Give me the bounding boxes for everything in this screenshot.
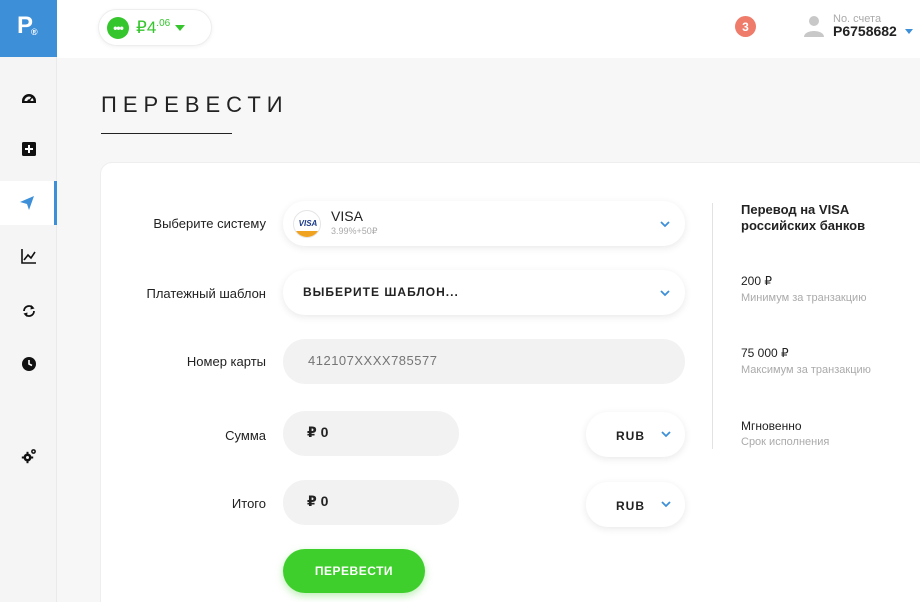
chevron-down-icon [661, 431, 671, 438]
chevron-down-icon [660, 290, 670, 297]
balance-dropdown[interactable]: ••• ₽4.06 [98, 9, 212, 46]
dashboard-icon [21, 94, 36, 103]
chart-icon [20, 249, 36, 264]
balance-amount: ₽4.06 [136, 18, 170, 38]
send-icon [20, 196, 34, 210]
chevron-down-icon [660, 221, 670, 228]
visa-logo-icon: VISA [293, 210, 321, 238]
amount-label: Сумма [225, 428, 266, 443]
wallet-icon: ••• [107, 16, 129, 39]
card-number-field[interactable] [283, 339, 685, 384]
card-number-label: Номер карты [186, 354, 266, 369]
info-title: Перевод на VISA российских банков [741, 202, 866, 233]
system-label: Выберите систему [153, 216, 266, 231]
card-number-input[interactable] [308, 353, 608, 368]
info-divider [712, 203, 713, 449]
processing-time-value: Мгновенно [741, 419, 802, 433]
total-label: Итого [231, 496, 266, 511]
template-value: ВЫБЕРИТЕ ШАБЛОН... [303, 285, 459, 299]
total-field: ₽ 0 [283, 480, 459, 525]
amount-currency-select[interactable]: RUB [586, 412, 685, 457]
system-name: VISA [331, 208, 363, 224]
sidebar-item-deposit[interactable] [0, 127, 57, 171]
visa-logo-text: VISA [298, 219, 318, 228]
exchange-icon [22, 305, 35, 317]
submit-transfer-button[interactable]: ПЕРЕВЕСТИ [283, 549, 425, 593]
logo[interactable]: P ® [0, 0, 57, 57]
caret-down-icon [175, 24, 186, 31]
template-label: Платежный шаблон [146, 286, 266, 301]
amount-field[interactable]: ₽ 0 [283, 411, 459, 456]
add-icon [21, 142, 36, 156]
account-number[interactable]: P6758682 [833, 23, 897, 39]
user-avatar-icon[interactable] [804, 15, 824, 37]
notifications-badge[interactable]: 3 [735, 16, 756, 37]
sidebar-item-dashboard[interactable] [0, 75, 57, 119]
balance-decimal: .06 [156, 17, 171, 29]
sidebar-item-stats[interactable] [0, 234, 57, 278]
min-amount-value: 200 ₽ [741, 274, 772, 288]
template-select[interactable]: ВЫБЕРИТЕ ШАБЛОН... [283, 270, 685, 315]
processing-time-label: Срок исполнения [741, 436, 830, 448]
chevron-down-icon [661, 501, 671, 508]
title-underline [101, 133, 232, 134]
amount-currency: RUB [616, 429, 645, 443]
max-amount-label: Максимум за транзакцию [741, 364, 871, 376]
logo-registered-mark: ® [31, 27, 38, 37]
page-title: ПЕРЕВЕСТИ [101, 92, 289, 117]
min-amount-label: Минимум за транзакцию [741, 292, 867, 304]
balance-currency: ₽ [136, 17, 147, 37]
payment-system-select[interactable]: VISA VISA 3.99%+50₽ [283, 201, 685, 246]
total-currency: RUB [616, 499, 645, 513]
max-amount-value: 75 000 ₽ [741, 346, 789, 360]
top-bar: ••• ₽4.06 3 No. счета P6758682 [57, 0, 920, 58]
total-value: ₽ 0 [307, 493, 329, 509]
account-caret-icon[interactable] [905, 29, 913, 34]
sidebar: P ® [0, 0, 57, 602]
settings-icon [21, 449, 36, 464]
amount-value: ₽ 0 [307, 424, 329, 440]
system-fee: 3.99%+50₽ [331, 226, 378, 236]
total-currency-select[interactable]: RUB [586, 482, 685, 527]
balance-integer: 4 [146, 17, 157, 37]
